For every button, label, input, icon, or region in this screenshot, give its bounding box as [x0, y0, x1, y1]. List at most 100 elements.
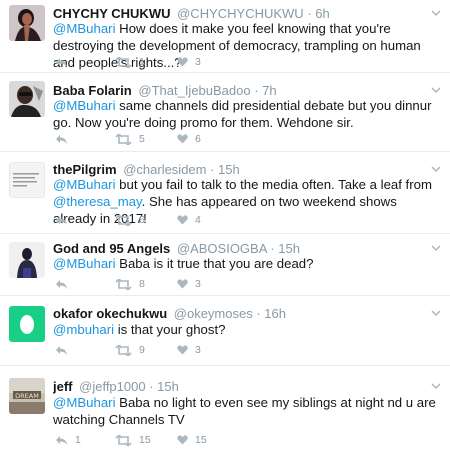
retweet-count: 6 — [139, 214, 145, 226]
retweet-button[interactable]: 9 — [115, 343, 145, 357]
like-count: 3 — [195, 56, 201, 68]
separator-dot: · — [250, 83, 263, 98]
retweet-button[interactable]: 1 — [115, 55, 145, 69]
tweet-header: jeff @jeffp1000 · 15h — [53, 379, 428, 395]
tweet-actions: 6 4 — [53, 213, 313, 227]
display-name[interactable]: CHYCHY CHUKWU — [53, 6, 170, 21]
separator-dot: · — [252, 306, 265, 321]
timestamp[interactable]: 6h — [315, 6, 329, 21]
tweet-item[interactable]: God and 95 Angels @ABOSIOGBA · 15h @MBuh… — [0, 234, 450, 296]
retweet-button[interactable]: 8 — [115, 277, 145, 291]
timestamp[interactable]: 15h — [278, 241, 300, 256]
reply-button[interactable] — [55, 132, 75, 146]
retweet-count: 1 — [139, 56, 145, 68]
tweet-item[interactable]: Baba Folarin @That_IjebuBadoo · 7h @MBuh… — [0, 73, 450, 152]
display-name[interactable]: Baba Folarin — [53, 83, 132, 98]
heart-icon — [177, 279, 188, 289]
timestamp[interactable]: 15h — [157, 379, 179, 394]
mention-link[interactable]: @MBuhari — [53, 177, 116, 192]
display-name[interactable]: jeff — [53, 379, 73, 394]
retweet-count: 15 — [139, 434, 151, 446]
reply-icon — [56, 279, 67, 289]
heart-icon — [177, 57, 188, 67]
retweet-button[interactable]: 5 — [115, 132, 145, 146]
tweet-body: Baba is it true that you are dead? — [115, 256, 314, 271]
mention-link[interactable]: @MBuhari — [53, 21, 116, 36]
retweet-button[interactable]: 6 — [115, 213, 145, 227]
retweet-icon — [115, 344, 132, 356]
mention-link[interactable]: @MBuhari — [53, 395, 116, 410]
reply-button[interactable] — [55, 213, 75, 227]
separator-dot: · — [145, 379, 158, 394]
like-button[interactable]: 3 — [177, 55, 201, 69]
retweet-icon — [115, 133, 132, 145]
mention-link[interactable]: @mbuhari — [53, 322, 114, 337]
tweet-actions: 8 3 — [53, 277, 313, 291]
retweet-count: 5 — [139, 133, 145, 145]
timestamp[interactable]: 16h — [264, 306, 286, 321]
tweet-text: @MBuhari Baba no light to even see my si… — [53, 394, 438, 428]
like-count: 3 — [195, 278, 201, 290]
avatar[interactable] — [9, 81, 45, 117]
tweet-body: is that your ghost? — [114, 322, 226, 337]
avatar[interactable] — [9, 162, 45, 198]
like-button[interactable]: 6 — [177, 132, 201, 146]
timestamp[interactable]: 15h — [218, 162, 240, 177]
mention-link[interactable]: @MBuhari — [53, 256, 116, 271]
like-button[interactable]: 15 — [177, 433, 207, 447]
avatar[interactable]: DREAM — [9, 378, 45, 414]
tweet-actions: 1 15 15 — [53, 433, 313, 447]
avatar[interactable] — [9, 306, 45, 342]
avatar[interactable] — [9, 242, 45, 278]
chevron-down-icon[interactable] — [430, 6, 442, 18]
mention-link[interactable]: @theresa_may — [53, 194, 142, 209]
retweet-icon — [115, 56, 132, 68]
reply-icon — [56, 57, 67, 67]
chevron-down-icon[interactable] — [430, 306, 442, 318]
display-name[interactable]: thePilgrim — [53, 162, 117, 177]
retweet-count: 8 — [139, 278, 145, 290]
heart-icon — [177, 435, 188, 445]
chevron-down-icon[interactable] — [430, 83, 442, 95]
like-button[interactable]: 3 — [177, 277, 201, 291]
user-handle[interactable]: @That_IjebuBadoo — [138, 83, 250, 98]
tweet-actions: 9 3 — [53, 343, 313, 357]
tweet-item[interactable]: DREAM jeff @jeffp1000 · 15h @MBuhari Bab… — [0, 366, 450, 457]
avatar[interactable] — [9, 5, 45, 41]
reply-button[interactable] — [55, 343, 75, 357]
tweet-text: @MBuhari same channels did presidential … — [53, 97, 438, 131]
reply-button[interactable]: 1 — [55, 433, 81, 447]
display-name[interactable]: God and 95 Angels — [53, 241, 170, 256]
tweet-item[interactable]: CHYCHY CHUKWU @CHYCHYCHUKWU · 6h @MBuhar… — [0, 0, 450, 73]
retweet-button[interactable]: 15 — [115, 433, 151, 447]
heart-icon — [177, 345, 188, 355]
tweet-body: but you fail to talk to the media often.… — [115, 177, 432, 192]
user-handle[interactable]: @CHYCHYCHUKWU — [177, 6, 304, 21]
tweet-text: @mbuhari is that your ghost? — [53, 321, 438, 338]
reply-count: 1 — [75, 434, 81, 446]
like-count: 3 — [195, 344, 201, 356]
chevron-down-icon[interactable] — [430, 379, 442, 391]
chevron-down-icon[interactable] — [430, 162, 442, 174]
like-button[interactable]: 4 — [177, 213, 201, 227]
chevron-down-icon[interactable] — [430, 241, 442, 253]
reply-icon — [56, 215, 67, 225]
like-count: 6 — [195, 133, 201, 145]
reply-icon — [56, 435, 67, 445]
reply-button[interactable] — [55, 55, 75, 69]
mention-link[interactable]: @MBuhari — [53, 98, 116, 113]
reply-button[interactable] — [55, 277, 75, 291]
timestamp[interactable]: 7h — [262, 83, 276, 98]
tweet-item[interactable]: thePilgrim @charlesidem · 15h @MBuhari b… — [0, 152, 450, 234]
tweet-actions: 5 6 — [53, 132, 313, 146]
tweet-item[interactable]: okafor okechukwu @okeymoses · 16h @mbuha… — [0, 296, 450, 366]
user-handle[interactable]: @jeffp1000 — [79, 379, 145, 394]
user-handle[interactable]: @okeymoses — [174, 306, 253, 321]
display-name[interactable]: okafor okechukwu — [53, 306, 167, 321]
user-handle[interactable]: @charlesidem — [123, 162, 206, 177]
user-handle[interactable]: @ABOSIOGBA — [177, 241, 267, 256]
like-button[interactable]: 3 — [177, 343, 201, 357]
separator-dot: · — [206, 162, 219, 177]
retweet-icon — [115, 434, 132, 446]
tweet-actions: 1 3 — [53, 55, 313, 69]
